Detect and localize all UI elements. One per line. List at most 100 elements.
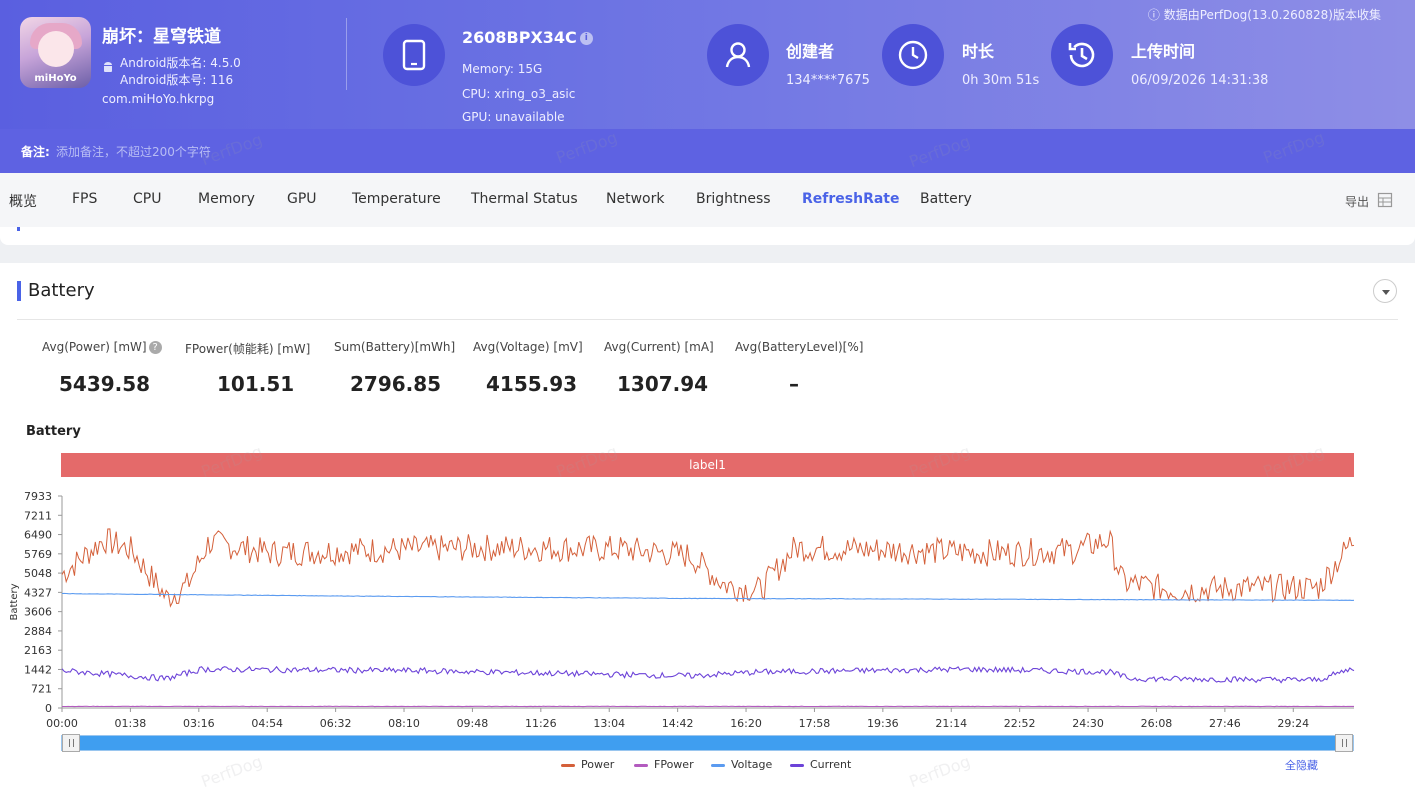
y-tick-label: 7211	[24, 509, 52, 522]
legend-power-label: Power	[581, 758, 615, 771]
legend-current[interactable]: Current	[790, 758, 851, 771]
remark-bar	[0, 129, 1415, 173]
x-tick-label: 14:42	[662, 717, 694, 730]
x-tick-label: 00:00	[46, 717, 78, 730]
x-tick-label: 21:14	[935, 717, 967, 730]
x-tick-label: 11:26	[525, 717, 557, 730]
x-tick-label: 22:52	[1004, 717, 1036, 730]
tab-thermal-status[interactable]: Thermal Status	[471, 191, 578, 207]
remark-label: 备注:	[21, 145, 50, 159]
legend-power[interactable]: Power	[561, 758, 614, 771]
x-tick-label: 16:20	[730, 717, 762, 730]
legend-voltage-swatch	[711, 763, 725, 767]
stat-value-avg-current: 1307.94	[617, 372, 709, 396]
remark-input[interactable]: 添加备注，不超过200个字符	[56, 143, 211, 160]
stat-label-avg-power: Avg(Power) [mW]?	[42, 340, 162, 354]
section-accent-bar	[17, 281, 21, 301]
x-tick-label: 29:24	[1277, 717, 1309, 730]
device-model: 2608BPX34C i	[462, 28, 593, 47]
tab-brightness[interactable]: Brightness	[696, 191, 771, 207]
y-tick-label: 2884	[24, 625, 52, 638]
tab-refreshrate[interactable]: RefreshRate	[802, 191, 899, 207]
slider-handle-right[interactable]	[1335, 734, 1353, 752]
x-tick-label: 26:08	[1141, 717, 1173, 730]
legend-current-swatch	[790, 763, 804, 767]
android-version-name: Android版本名: 4.5.0	[120, 56, 241, 70]
x-tick-label: 08:10	[388, 717, 420, 730]
android-icon	[104, 62, 112, 72]
history-icon	[1051, 24, 1113, 86]
section-title: Battery	[28, 280, 95, 301]
label-band[interactable]: label1	[61, 453, 1354, 477]
package-name: com.miHoYo.hkrpg	[102, 92, 215, 106]
y-tick-label: 0	[45, 702, 52, 715]
y-tick-label: 5048	[24, 567, 52, 580]
tab-memory[interactable]: Memory	[198, 191, 255, 207]
stat-label-avg-power-text: Avg(Power) [mW]	[42, 340, 147, 354]
x-tick-label: 17:58	[799, 717, 831, 730]
stat-label-avg-voltage: Avg(Voltage) [mV]	[473, 340, 583, 354]
export-button[interactable]: 导出	[1345, 193, 1369, 210]
legend-power-swatch	[561, 763, 575, 767]
device-info-icon[interactable]: i	[579, 32, 593, 45]
app-name: 崩坏：星穹铁道	[102, 27, 221, 47]
legend-fpower[interactable]: FPower	[634, 758, 694, 771]
stat-value-sum-battery: 2796.85	[350, 372, 442, 396]
app-logo-text: miHoYo	[34, 73, 77, 84]
stat-value-avg-power: 5439.58	[59, 372, 151, 396]
device-icon	[383, 24, 445, 86]
upload-label: 上传时间	[1131, 42, 1196, 61]
legend-fpower-swatch	[634, 763, 648, 767]
y-tick-label: 721	[31, 683, 52, 696]
previous-card-marker	[17, 227, 20, 231]
stat-value-avg-battery-level: –	[789, 372, 799, 396]
x-tick-label: 09:48	[457, 717, 489, 730]
tab-cpu[interactable]: CPU	[133, 191, 161, 207]
duration-value: 0h 30m 51s	[962, 73, 1040, 88]
app-icon: miHoYo	[20, 17, 91, 88]
y-tick-label: 5769	[24, 548, 52, 561]
y-tick-label: 6490	[24, 529, 52, 542]
stat-label-fpower: FPower(帧能耗) [mW]	[185, 342, 311, 356]
metric-tabs: 概览 FPS CPU Memory GPU Temperature Therma…	[0, 173, 1415, 227]
user-icon	[707, 24, 769, 86]
x-tick-label: 01:38	[115, 717, 147, 730]
device-model-text: 2608BPX34C	[462, 28, 577, 47]
y-axis-label: Battery	[9, 583, 20, 620]
device-memory: Memory: 15G	[462, 62, 543, 76]
x-tick-label: 03:16	[183, 717, 215, 730]
y-tick-label: 1442	[24, 663, 52, 676]
export-icon[interactable]	[1377, 192, 1393, 208]
chart-title: Battery	[26, 424, 81, 439]
series-line-current	[61, 665, 1355, 684]
tab-gpu[interactable]: GPU	[287, 191, 317, 207]
tab-overview[interactable]: 概览	[9, 191, 37, 211]
y-tick-label: 2163	[24, 644, 52, 657]
stat-label-avg-battery-level: Avg(BatteryLevel)[%]	[735, 340, 864, 354]
tab-battery[interactable]: Battery	[920, 191, 972, 207]
slider-handle-left[interactable]	[62, 734, 80, 752]
legend-voltage[interactable]: Voltage	[711, 758, 772, 771]
time-range-slider[interactable]	[61, 735, 1354, 751]
stat-label-sum-battery: Sum(Battery)[mWh]	[334, 340, 456, 354]
duration-label: 时长	[962, 42, 995, 61]
x-tick-label: 13:04	[593, 717, 625, 730]
x-tick-label: 06:32	[320, 717, 352, 730]
legend-current-label: Current	[810, 758, 852, 771]
source-note: ⓘ 数据由PerfDog(13.0.260828)版本收集	[1147, 8, 1381, 22]
hide-all-button[interactable]: 全隐藏	[1285, 757, 1318, 773]
collapse-button[interactable]	[1373, 279, 1397, 303]
tab-fps[interactable]: FPS	[72, 191, 97, 207]
y-tick-label: 7933	[24, 490, 52, 503]
previous-card-bottom	[0, 227, 1415, 245]
help-icon[interactable]: ?	[148, 341, 162, 354]
android-version-code: Android版本号: 116	[120, 73, 234, 87]
stat-label-avg-current: Avg(Current) [mA]	[604, 340, 714, 354]
x-tick-label: 27:46	[1209, 717, 1241, 730]
header-divider	[346, 18, 347, 90]
y-tick-label: 3606	[24, 606, 52, 619]
x-tick-label: 19:36	[867, 717, 899, 730]
tab-temperature[interactable]: Temperature	[352, 191, 441, 207]
tab-network[interactable]: Network	[606, 191, 664, 207]
battery-chart[interactable]: 0 721 1442 2163 2884 3606 4327 5048 5769 6490 7211…	[0, 480, 1415, 735]
